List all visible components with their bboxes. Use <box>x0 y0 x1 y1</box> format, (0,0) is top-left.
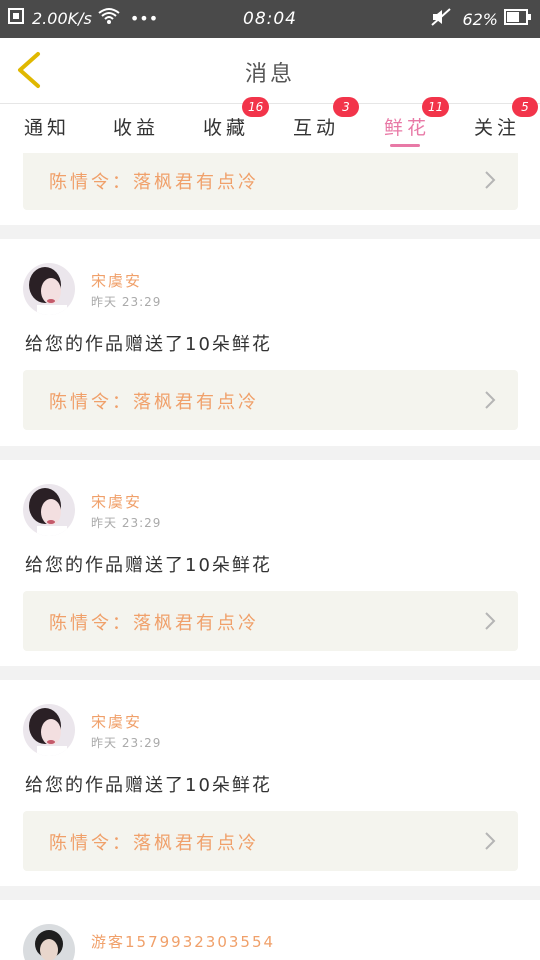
avatar[interactable] <box>23 263 75 315</box>
page-title: 消息 <box>244 62 295 87</box>
divider <box>0 225 540 239</box>
message-text: 给您的作品赠送了10朵鲜花 <box>25 334 272 355</box>
work-card[interactable]: 陈情令：落枫君有点冷 <box>23 370 518 430</box>
tab-following[interactable]: 关注 <box>474 113 520 140</box>
status-bar: 2.00K/s ••• 08:04 62% <box>0 0 540 38</box>
message-list: 陈情令：落枫君有点冷 宋虞安 昨天 23:29 给您的作品赠送了10朵鲜花 陈情… <box>0 153 540 960</box>
work-card[interactable]: 陈情令：落枫君有点冷 <box>23 811 518 871</box>
work-title: 陈情令：落枫君有点冷 <box>49 172 259 193</box>
mute-icon <box>430 7 452 31</box>
tab-interaction[interactable]: 互动 <box>293 113 339 140</box>
header: 消息 <box>0 38 540 103</box>
chevron-right-icon <box>485 391 496 409</box>
tab-flowers[interactable]: 鲜花 <box>384 113 430 140</box>
chevron-right-icon <box>485 612 496 630</box>
avatar[interactable] <box>23 484 75 536</box>
avatar[interactable] <box>23 704 75 756</box>
timestamp: 昨天 23:29 <box>91 736 162 750</box>
divider <box>0 886 540 900</box>
divider <box>0 446 540 460</box>
work-card[interactable]: 陈情令：落枫君有点冷 <box>23 153 518 210</box>
sender-name[interactable]: 游客1579932303554 <box>91 931 275 952</box>
sender-name[interactable]: 宋虞安 <box>91 270 142 291</box>
message-text: 给您的作品赠送了10朵鲜花 <box>25 775 272 796</box>
avatar[interactable] <box>23 924 75 960</box>
battery-percent: 62% <box>462 9 498 29</box>
sender-name[interactable]: 宋虞安 <box>91 711 142 732</box>
timestamp: 昨天 23:29 <box>91 295 162 309</box>
active-tab-indicator <box>390 144 420 147</box>
sender-name[interactable]: 宋虞安 <box>91 491 142 512</box>
work-title: 陈情令：落枫君有点冷 <box>49 613 259 634</box>
battery-icon <box>504 8 532 30</box>
flowers-badge: 11 <box>422 97 450 117</box>
divider <box>0 666 540 680</box>
chevron-right-icon <box>485 832 496 850</box>
tab-notify[interactable]: 通知 <box>24 113 70 140</box>
interaction-badge: 3 <box>333 97 359 117</box>
tab-bar <box>0 103 540 153</box>
work-title: 陈情令：落枫君有点冷 <box>49 833 259 854</box>
status-right: 62% <box>430 7 532 31</box>
chevron-right-icon <box>485 171 496 189</box>
tab-earnings[interactable]: 收益 <box>113 113 159 140</box>
favorites-badge: 16 <box>242 97 270 117</box>
following-badge: 5 <box>512 97 538 117</box>
tab-favorites[interactable]: 收藏 <box>203 113 249 140</box>
timestamp: 昨天 23:29 <box>91 516 162 530</box>
work-title: 陈情令：落枫君有点冷 <box>49 392 259 413</box>
message-text: 给您的作品赠送了10朵鲜花 <box>25 555 272 576</box>
work-card[interactable]: 陈情令：落枫君有点冷 <box>23 591 518 651</box>
